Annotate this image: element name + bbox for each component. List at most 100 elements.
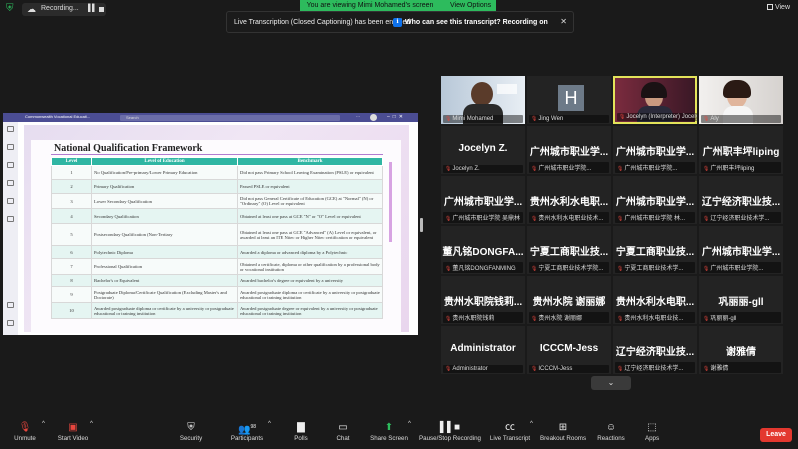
participant-tile[interactable]: 广州城市职业学... 🎙广州城市职业学院... bbox=[613, 126, 697, 174]
participant-tile[interactable]: 贵州水院 谢丽娜 🎙贵州水院 谢丽娜 bbox=[527, 276, 611, 324]
unmute-button[interactable]: 🎙 Unmute bbox=[8, 420, 42, 449]
activity-icon[interactable] bbox=[7, 126, 14, 132]
teams-icon[interactable] bbox=[7, 162, 14, 168]
participant-tile[interactable]: 广州城市职业学... 🎙广州城市职业学院... bbox=[699, 226, 783, 274]
audio-options-chevron-icon[interactable]: ^ bbox=[42, 420, 45, 449]
view-options-button[interactable]: View Options ⌄ bbox=[440, 0, 496, 20]
transcription-message: Live Transcription (Closed Captioning) h… bbox=[234, 19, 411, 26]
share-options-chevron-icon[interactable]: ^ bbox=[408, 420, 411, 449]
level-cell: 10 bbox=[51, 302, 92, 319]
calendar-icon[interactable] bbox=[7, 180, 14, 186]
pause-stop-recording-button[interactable]: ▌▌■ Pause/Stop Recording bbox=[418, 420, 482, 449]
slide-title: National Qualification Framework bbox=[54, 143, 203, 154]
reactions-button[interactable]: ☺ Reactions bbox=[596, 420, 626, 449]
pause-recording-label: Pause/Stop Recording bbox=[419, 435, 481, 442]
participant-name: 贵州水利水电职业技... bbox=[624, 316, 684, 322]
participant-display-name: 广州城市职业学... bbox=[615, 147, 695, 158]
participant-tile[interactable]: 贵州水利水电职... 🎙贵州水利水电职业技... bbox=[613, 276, 697, 324]
education-cell: Awarded postgraduate diploma or certific… bbox=[91, 302, 238, 319]
start-video-button[interactable]: ▣ Start Video bbox=[52, 420, 94, 449]
recording-indicator: ☁ Recording... ▌▌ bbox=[22, 3, 106, 16]
next-page-chevron-icon[interactable]: ⌄ bbox=[591, 376, 631, 390]
participant-tile[interactable]: 🎙Aly bbox=[699, 76, 783, 124]
participant-tile[interactable]: H 🎙Jing Wen bbox=[527, 76, 611, 124]
apps-button[interactable]: ⬚ Apps bbox=[640, 420, 664, 449]
participant-tile[interactable]: 广州城市职业学... 🎙广州城市职业学院 林... bbox=[613, 176, 697, 224]
security-button[interactable]: ⛨ Security bbox=[174, 420, 208, 449]
share-screen-button[interactable]: ⬆ Share Screen bbox=[368, 420, 410, 449]
participant-tile[interactable]: ICCCM-Jess 🎙ICCCM-Jess bbox=[527, 326, 611, 374]
participant-name: 谢雅倩 bbox=[710, 366, 729, 372]
teams-search-input[interactable]: Search bbox=[120, 115, 340, 121]
unmute-label: Unmute bbox=[14, 435, 36, 442]
avatar[interactable] bbox=[370, 114, 377, 121]
chat-button[interactable]: ▭ Chat bbox=[330, 420, 356, 449]
benchmark-cell: Passed PSLE or equivalent bbox=[237, 179, 383, 194]
stop-recording-icon[interactable] bbox=[99, 7, 104, 12]
participant-tile[interactable]: 🎙Mimi Mohamed bbox=[441, 76, 525, 124]
participants-button[interactable]: 👥98 Participants bbox=[226, 420, 268, 449]
microphone-muted-icon: 🎙 bbox=[619, 114, 626, 120]
chat-label: Chat bbox=[336, 435, 350, 442]
video-options-chevron-icon[interactable]: ^ bbox=[90, 420, 93, 449]
participant-name: 辽宁经济职业技术学... bbox=[710, 216, 770, 222]
participant-tile[interactable]: Jocelyn Z. 🎙Jocelyn Z. bbox=[441, 126, 525, 174]
smiley-icon: ☺ bbox=[605, 422, 617, 433]
microphone-muted-icon: 🎙 bbox=[531, 266, 538, 272]
apps-icon[interactable] bbox=[7, 302, 14, 308]
participant-display-name: 贵州水利水电职... bbox=[615, 297, 695, 308]
files-icon[interactable] bbox=[7, 216, 14, 222]
participant-tile[interactable]: 巩丽丽-gll 🎙巩丽丽-gll bbox=[699, 276, 783, 324]
microphone-muted-icon: 🎙 bbox=[445, 116, 452, 122]
window-controls-icon[interactable]: –□✕ bbox=[387, 114, 406, 120]
leave-button[interactable]: Leave bbox=[760, 428, 792, 442]
shield-icon[interactable]: ⛨ bbox=[6, 4, 16, 14]
education-cell: Postsecondary Qualification (Non-Tertiar… bbox=[91, 223, 238, 246]
participant-name-label: 🎙宁夏工商职业技术学... bbox=[615, 262, 695, 273]
nqf-table: Level Level of Education Benchmark 1 No Q… bbox=[51, 157, 383, 319]
participant-name: Jocelyn (Interpreter) Jocelyn bbox=[626, 114, 697, 120]
participant-tile[interactable]: 董凡铭DONGFA... 🎙董凡铭DONGFANMING bbox=[441, 226, 525, 274]
polls-label: Polls bbox=[294, 435, 308, 442]
close-icon[interactable]: ✕ bbox=[560, 17, 567, 26]
participant-name-label: 🎙广州城市职业学院 林... bbox=[615, 212, 695, 223]
participant-display-name: 广州城市职业学... bbox=[443, 197, 523, 208]
participant-tile[interactable]: 贵州水职院钱莉... 🎙贵州水职院钱莉 bbox=[441, 276, 525, 324]
participant-tile[interactable]: 辽宁经济职业技... 🎙辽宁经济职业技术学... bbox=[613, 326, 697, 374]
view-button[interactable]: View bbox=[766, 4, 790, 11]
participant-tile[interactable]: 宁夏工商职业技... 🎙宁夏工商职业技术学... bbox=[613, 226, 697, 274]
participant-tile[interactable]: 宁夏工商职业技... 🎙宁夏工商职业技术学院... bbox=[527, 226, 611, 274]
participant-tile[interactable]: Administrator 🎙Administrator bbox=[441, 326, 525, 374]
participant-tile[interactable]: 谢雅倩 🎙谢雅倩 bbox=[699, 326, 783, 374]
chat-icon[interactable] bbox=[7, 144, 14, 150]
viewing-banner: You are viewing Mimi Mohamed's screen bbox=[300, 0, 440, 11]
participant-name-label: 🎙巩丽丽-gll bbox=[701, 312, 781, 323]
participant-tile[interactable]: 贵州水利水电职... 🎙贵州水利水电职业技术... bbox=[527, 176, 611, 224]
calls-icon[interactable] bbox=[7, 198, 14, 204]
participant-name-label: 🎙Jocelyn Z. bbox=[443, 165, 523, 173]
benchmark-cell: Awarded a diploma or advanced diploma by… bbox=[237, 245, 383, 259]
participant-name-label: 🎙广州城市职业学院... bbox=[701, 262, 781, 273]
live-transcript-button[interactable]: ㏄ Live Transcript bbox=[488, 420, 532, 449]
participants-options-chevron-icon[interactable]: ^ bbox=[268, 420, 271, 449]
split-view-handle[interactable] bbox=[420, 218, 423, 232]
help-icon[interactable] bbox=[7, 320, 14, 326]
participant-tile[interactable]: 广州职丰坪liping 🎙广州职丰坪liping bbox=[699, 126, 783, 174]
participant-tile[interactable]: 辽宁经济职业技... 🎙辽宁经济职业技术学... bbox=[699, 176, 783, 224]
education-cell: Professional Qualification bbox=[91, 258, 238, 275]
apps-icon: ⬚ bbox=[647, 422, 657, 433]
breakout-rooms-button[interactable]: ⊞ Breakout Rooms bbox=[538, 420, 588, 449]
polls-button[interactable]: ▇ Polls bbox=[288, 420, 314, 449]
transcript-options-chevron-icon[interactable]: ^ bbox=[530, 420, 533, 449]
closed-caption-icon: ㏄ bbox=[505, 422, 515, 433]
microphone-muted-icon: 🎙 bbox=[531, 216, 538, 222]
participant-name-label: 🎙宁夏工商职业技术学院... bbox=[529, 262, 609, 273]
transcript-info-link[interactable]: Who can see this transcript? Recording o… bbox=[405, 19, 548, 26]
participant-tile[interactable]: 广州城市职业学... 🎙广州城市职业学院... bbox=[527, 126, 611, 174]
more-icon[interactable]: ⋯ bbox=[356, 114, 360, 119]
share-screen-icon: ⬆ bbox=[384, 422, 394, 433]
participant-tile[interactable]: 🎙Jocelyn (Interpreter) Jocelyn bbox=[613, 76, 697, 124]
pause-recording-icon[interactable]: ▌▌ bbox=[88, 5, 97, 12]
shared-screen: Commonwealth Vocational Educati... Searc… bbox=[3, 113, 418, 335]
participant-tile[interactable]: 广州城市职业学... 🎙广州城市职业学院 吴鼎林 bbox=[441, 176, 525, 224]
